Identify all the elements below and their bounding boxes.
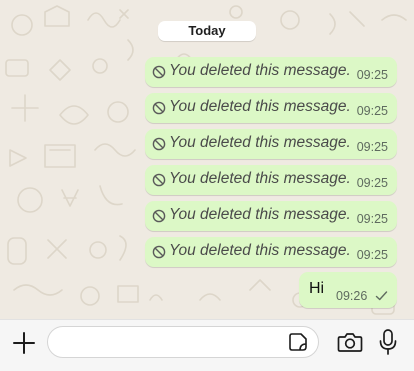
deleted-message-bubble[interactable]: You deleted this message. 09:25	[145, 129, 397, 159]
ban-icon	[152, 137, 166, 151]
message-text: Hi	[309, 280, 325, 297]
deleted-message-bubble[interactable]: You deleted this message. 09:25	[145, 93, 397, 123]
deleted-message-text: You deleted this message.	[169, 242, 351, 259]
date-label: Today	[188, 23, 226, 38]
message-time: 09:25	[356, 140, 388, 154]
single-check-icon	[375, 291, 388, 301]
deleted-message-text: You deleted this message.	[169, 134, 351, 151]
sticker-icon[interactable]	[288, 332, 308, 352]
date-separator: Today	[158, 21, 256, 41]
message-input[interactable]	[47, 326, 319, 358]
ban-icon	[152, 101, 166, 115]
microphone-icon[interactable]	[378, 328, 398, 356]
camera-icon[interactable]	[337, 331, 363, 353]
message-time: 09:25	[356, 68, 388, 82]
outgoing-message-bubble[interactable]: Hi 09:26	[299, 272, 397, 308]
message-time: 09:25	[356, 104, 388, 118]
deleted-message-text: You deleted this message.	[169, 170, 351, 187]
deleted-message-bubble[interactable]: You deleted this message. 09:25	[145, 165, 397, 195]
ban-icon	[152, 173, 166, 187]
chat-area[interactable]: Today You deleted this message. 09:25 Yo…	[0, 0, 414, 319]
deleted-message-text: You deleted this message.	[169, 206, 351, 223]
plus-icon[interactable]	[11, 330, 37, 356]
ban-icon	[152, 245, 166, 259]
deleted-message-bubble[interactable]: You deleted this message. 09:25	[145, 57, 397, 87]
deleted-message-bubble[interactable]: You deleted this message. 09:25	[145, 237, 397, 267]
message-time: 09:25	[356, 176, 388, 190]
message-time: 09:25	[356, 248, 388, 262]
ban-icon	[152, 209, 166, 223]
deleted-message-bubble[interactable]: You deleted this message. 09:25	[145, 201, 397, 231]
message-time: 09:25	[356, 212, 388, 226]
ban-icon	[152, 65, 166, 79]
deleted-message-text: You deleted this message.	[169, 98, 351, 115]
message-time: 09:26	[336, 289, 368, 303]
message-input-bar	[0, 319, 414, 371]
deleted-message-text: You deleted this message.	[169, 62, 351, 79]
